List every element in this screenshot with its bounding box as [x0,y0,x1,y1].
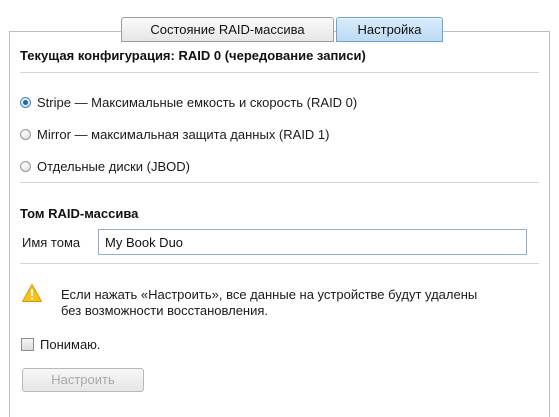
warning-text: Если нажать «Настроить», все данные на у… [61,287,478,318]
volume-name-input[interactable] [98,229,527,255]
divider [20,72,539,73]
raid-option-label: Stripe — Максимальные емкость и скорость… [37,95,358,110]
acknowledge-label: Понимаю. [40,337,101,352]
radio-button[interactable] [20,161,31,172]
radio-button[interactable] [20,129,31,140]
tab-bar: Состояние RAID-массива Настройка [121,17,443,43]
raid-option-mirror[interactable]: Mirror — максимальная защита данных (RAI… [20,127,330,142]
volume-section-title: Том RAID-массива [20,206,139,221]
current-config-label: Текущая конфигурация: [20,48,175,63]
raid-option-stripe[interactable]: Stripe — Максимальные емкость и скорость… [20,95,357,110]
volume-name-label: Имя тома [22,235,81,250]
acknowledge-row[interactable]: Понимаю. [21,337,101,352]
warning-triangle-icon [22,284,42,302]
acknowledge-checkbox[interactable] [21,338,34,351]
tab-settings[interactable]: Настройка [336,17,443,42]
divider [20,263,539,264]
raid-option-label: Отдельные диски (JBOD) [37,159,190,174]
configure-button[interactable]: Настроить [22,368,144,392]
settings-panel: Текущая конфигурация: RAID 0 (чередовани… [9,31,550,417]
raid-option-label: Mirror — максимальная защита данных (RAI… [37,127,330,142]
tab-raid-status[interactable]: Состояние RAID-массива [121,17,334,42]
divider [20,182,539,183]
current-config-heading: Текущая конфигурация: RAID 0 (чередовани… [20,48,366,63]
radio-button[interactable] [20,97,31,108]
raid-option-jbod[interactable]: Отдельные диски (JBOD) [20,159,190,174]
current-config-value: RAID 0 (чередование записи) [178,48,366,63]
